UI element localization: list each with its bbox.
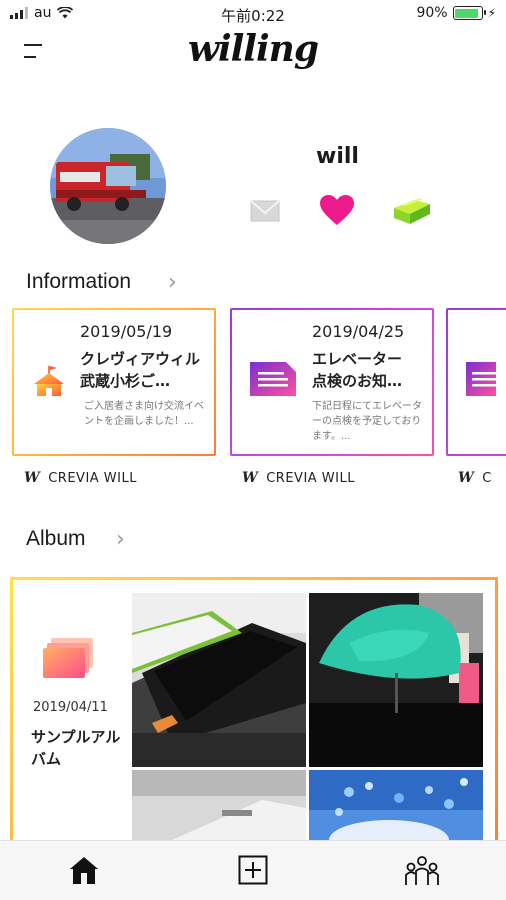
- album-photo-umbrella[interactable]: [309, 593, 483, 767]
- avatar[interactable]: [50, 128, 166, 244]
- album-date: 2019/04/11: [33, 700, 108, 715]
- info-card-source: W CREVIA WILL: [242, 470, 355, 486]
- battery-percent: 90%: [416, 5, 448, 21]
- album-card[interactable]: 2019/04/11 サンプルアルバム: [10, 577, 498, 857]
- community-icon[interactable]: [404, 855, 440, 887]
- information-heading[interactable]: Information: [26, 270, 131, 294]
- info-card[interactable]: 2019/05/19 クレヴィアウィル武蔵小杉ご… ご入居者さま向け交流イベント…: [12, 308, 216, 456]
- tag-icon[interactable]: [392, 194, 432, 226]
- album-photo-phone[interactable]: [132, 593, 306, 767]
- charging-icon: ⚡: [487, 6, 496, 20]
- home-icon[interactable]: [68, 855, 100, 885]
- album-chevron-icon[interactable]: ›: [116, 527, 125, 552]
- info-card-title: クレヴィアウィル武蔵小杉ご…: [80, 350, 201, 390]
- info-card[interactable]: 2019/04/25 エレベーター点検のお知… 下記日程にてエレベーターの点検を…: [230, 308, 434, 456]
- willing-mark-icon: W: [458, 470, 475, 486]
- heart-icon[interactable]: [319, 194, 355, 226]
- info-card-title: エレベーター点検のお知…: [312, 350, 403, 390]
- battery-icon: [452, 6, 486, 20]
- add-post-icon[interactable]: [238, 855, 268, 885]
- info-card-date: 2019/04/25: [312, 322, 405, 341]
- info-card-source: W C: [458, 470, 492, 486]
- information-chevron-icon[interactable]: ›: [168, 270, 177, 295]
- info-card-source-name: CREVIA WILL: [48, 470, 137, 486]
- info-card-body: ご入居者さま向け交流イベントを企画しました！...: [84, 401, 204, 427]
- willing-mark-icon: W: [24, 470, 41, 486]
- info-card-body: 下記日程にてエレベーターの点検を予定しております。...: [312, 401, 422, 442]
- info-card-source: W CREVIA WILL: [24, 470, 137, 486]
- status-bar: au 午前0:22 90% ⚡: [0, 0, 506, 28]
- willing-mark-icon: W: [242, 470, 259, 486]
- document-icon: [466, 362, 496, 396]
- album-heading[interactable]: Album: [26, 527, 86, 551]
- event-tent-icon: [34, 366, 64, 396]
- app-logo: willing: [187, 28, 319, 70]
- info-card[interactable]: [446, 308, 506, 456]
- photo-stack-icon: [43, 638, 93, 678]
- album-name: サンプルアルバム: [31, 728, 121, 768]
- info-card-source-name: C: [482, 470, 492, 486]
- document-icon: [250, 362, 296, 396]
- mail-icon[interactable]: [250, 200, 280, 222]
- info-card-date: 2019/05/19: [80, 322, 173, 341]
- profile-username: will: [316, 144, 359, 169]
- tab-bar: [0, 840, 506, 900]
- info-card-source-name: CREVIA WILL: [266, 470, 355, 486]
